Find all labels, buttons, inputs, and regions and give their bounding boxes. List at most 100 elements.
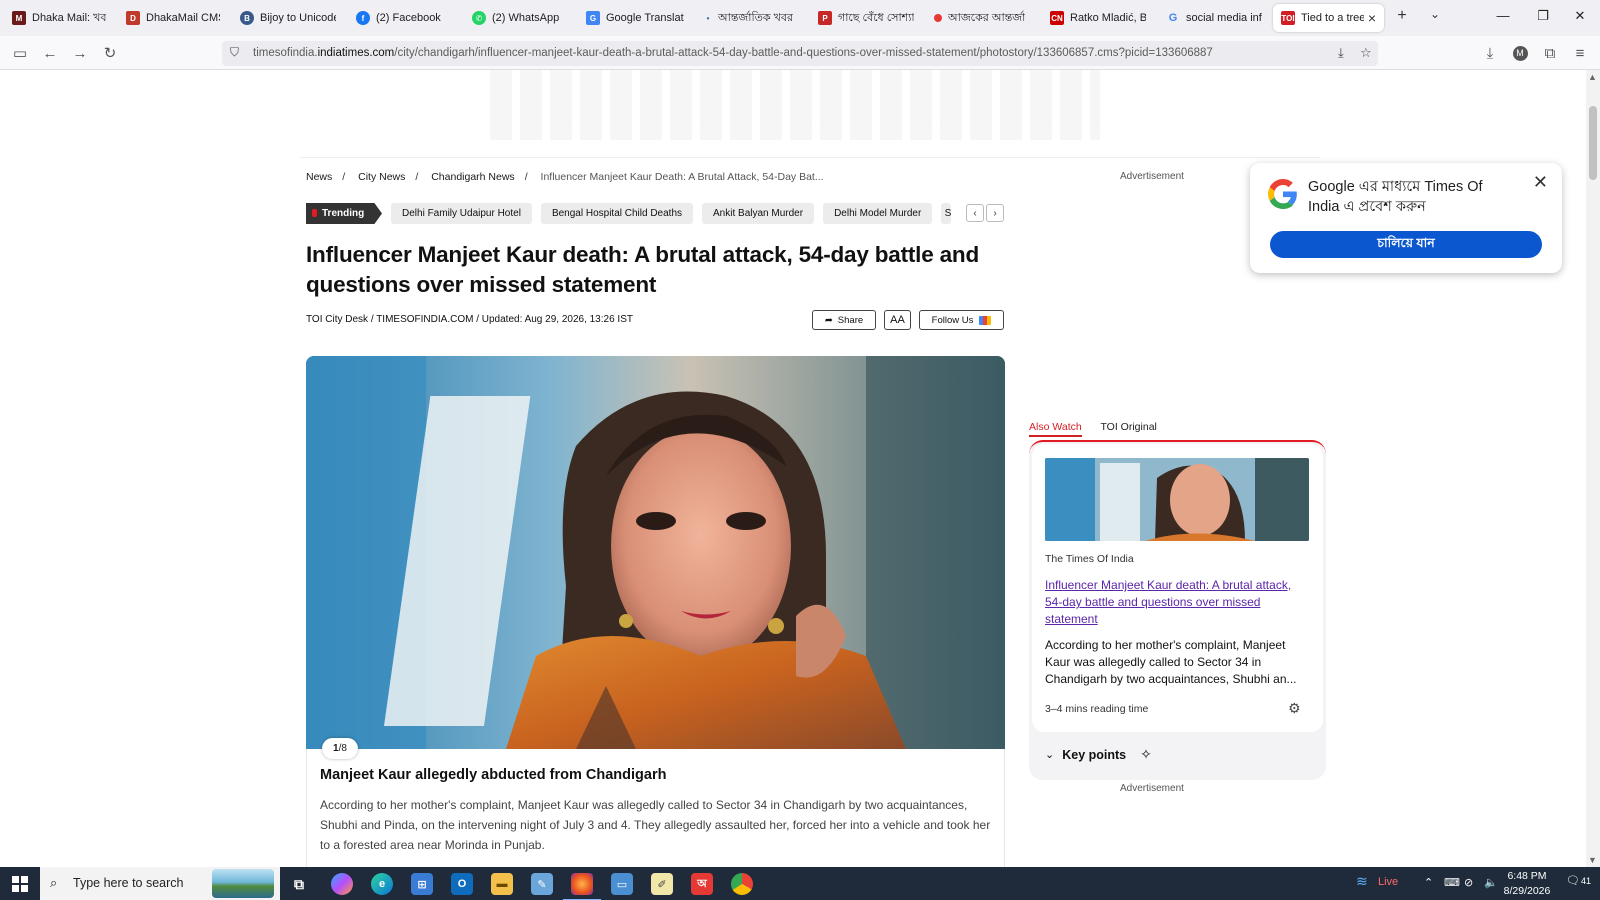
sticky-notes-icon[interactable]: ✐ <box>651 873 673 895</box>
file-explorer-icon[interactable]: ▬ <box>491 873 513 895</box>
taskbar-search[interactable]: ⌕ Type here to search <box>40 867 280 900</box>
firefox-icon[interactable] <box>563 873 601 900</box>
clock-date: 8/29/2026 <box>1503 885 1551 897</box>
article-hero-image[interactable] <box>306 356 1005 749</box>
tab-todays-international[interactable]: আজকের আন্তর্জা <box>926 4 1038 32</box>
tab-google-translate[interactable]: G Google Translate <box>578 4 692 32</box>
tab-whatsapp[interactable]: ✆ (2) WhatsApp <box>464 4 576 32</box>
trending-next-arrow-icon[interactable]: › <box>986 204 1004 222</box>
trending-chip[interactable]: Bengal Hospital Child Deaths <box>540 203 694 224</box>
tab-facebook[interactable]: f (2) Facebook <box>348 4 460 32</box>
bookmark-star-icon[interactable]: ☆ <box>1360 45 1372 61</box>
tab-tied-to-tree-active[interactable]: TOI Tied to a tree a × <box>1273 4 1384 32</box>
trending-chip[interactable]: Delhi Model Murder <box>823 203 933 224</box>
breadcrumb-news[interactable]: News <box>306 171 332 183</box>
key-points-toggle[interactable]: ⌄ Key points ✧ <box>1045 746 1152 763</box>
tab-list-chevron-icon[interactable]: ⌄ <box>1424 7 1446 21</box>
summary-thumbnail[interactable] <box>1045 458 1309 541</box>
downloads-icon[interactable]: ⤓ <box>1480 43 1500 63</box>
page-scrollbar[interactable]: ▲ ▼ <box>1586 70 1600 867</box>
thumbnail-illustration <box>1045 458 1309 541</box>
copilot-icon[interactable] <box>331 873 353 895</box>
chrome-icon[interactable] <box>731 873 753 895</box>
tab-toi-original[interactable]: TOI Original <box>1100 421 1156 433</box>
site-security-icon[interactable]: ⛉ <box>230 45 239 60</box>
share-button[interactable]: ➦ Share <box>812 310 876 330</box>
trending-chip[interactable]: Ankit Balyan Murder <box>702 203 815 224</box>
menu-icon[interactable]: ≡ <box>1570 43 1590 63</box>
follow-us-label: Follow Us <box>931 314 974 326</box>
wifi-off-icon[interactable]: ⊘ <box>1464 876 1473 889</box>
tray-chevron-up-icon[interactable]: ⌃ <box>1424 876 1433 889</box>
app-window-icon[interactable]: ▭ <box>611 873 633 895</box>
scroll-down-arrow-icon[interactable]: ▼ <box>1588 855 1597 865</box>
taskbar-clock[interactable]: 6:48 PM 8/29/2026 <box>1496 869 1558 899</box>
share-arrow-icon: ➦ <box>824 314 833 326</box>
notification-center-icon[interactable]: 🗨41 <box>1566 874 1591 887</box>
tab-international-news[interactable]: • আন্তর্জাতিক খবর <box>696 4 802 32</box>
google-translate-favicon-icon: G <box>586 11 600 25</box>
trending-badge: Trending <box>306 203 382 224</box>
tab-bijoy-unicode[interactable]: B Bijoy to Unicode c <box>232 4 344 32</box>
news-favicon-icon: P <box>818 11 832 25</box>
url-text[interactable]: timesofindia.indiatimes.com/city/chandig… <box>253 47 1213 59</box>
extensions-icon[interactable]: ⧉ <box>1540 43 1560 63</box>
follow-us-button[interactable]: Follow Us <box>919 310 1004 330</box>
gear-icon[interactable]: ⚙ <box>1288 700 1301 717</box>
trending-chip[interactable]: S <box>941 203 952 224</box>
dot-favicon-icon: • <box>706 13 710 23</box>
tab-dhakamail-cms[interactable]: D DhakaMail CMS <box>118 4 228 32</box>
tab-label: গাছে বেঁধে সোশ্যাল <box>838 11 914 24</box>
tab-label: Tied to a tree a <box>1301 12 1364 24</box>
scroll-thumb[interactable] <box>1589 106 1597 180</box>
summary-title-link[interactable]: Influencer Manjeet Kaur death: A brutal … <box>1045 577 1295 628</box>
rail-tabs: Also Watch TOI Original <box>1029 421 1157 437</box>
font-size-button[interactable]: AA <box>884 310 911 330</box>
account-avatar-icon[interactable]: M <box>1510 43 1530 63</box>
reload-icon[interactable]: ↻ <box>100 43 120 63</box>
network-icon[interactable]: ⌨ <box>1444 876 1460 889</box>
divider <box>300 157 1320 158</box>
edge-browser-icon[interactable]: e <box>371 873 393 895</box>
live-label[interactable]: Live <box>1378 876 1398 888</box>
address-bar[interactable]: ⛉ timesofindia.indiatimes.com/city/chand… <box>222 41 1378 66</box>
live-weather-icon[interactable]: ≋ <box>1356 873 1368 890</box>
feather-app-icon[interactable]: ✎ <box>531 873 553 895</box>
forward-arrow-icon[interactable]: → <box>70 43 90 63</box>
web-page: News / City News / Chandigarh News / Influe… <box>0 70 1586 867</box>
notification-count: 41 <box>1580 876 1591 886</box>
tab-ratko-mladic[interactable]: CN Ratko Mladić, Bos <box>1042 4 1154 32</box>
sidebar-toggle-icon[interactable]: ▭ <box>10 43 30 63</box>
slide-title: Manjeet Kaur allegedly abducted from Cha… <box>320 767 667 783</box>
restore-button[interactable]: ❐ <box>1528 8 1558 24</box>
windows-logo-icon <box>12 875 28 892</box>
scroll-up-arrow-icon[interactable]: ▲ <box>1588 72 1597 82</box>
close-window-button[interactable]: ✕ <box>1565 8 1595 24</box>
close-icon[interactable]: ✕ <box>1533 172 1548 193</box>
task-view-icon[interactable]: ⧉ <box>288 873 310 895</box>
close-tab-icon[interactable]: × <box>1364 10 1376 26</box>
bijoy-favicon-icon: B <box>240 11 254 25</box>
breadcrumb-city-news[interactable]: City News <box>358 171 405 183</box>
minimize-button[interactable]: — <box>1488 8 1518 23</box>
trending-chip[interactable]: Delhi Family Udaipur Hotel <box>391 203 532 224</box>
whatsapp-favicon-icon: ✆ <box>472 11 486 25</box>
tab-label: Ratko Mladić, Bos <box>1070 12 1146 24</box>
google-continue-button[interactable]: চালিয়ে যান <box>1270 231 1542 258</box>
tab-also-watch[interactable]: Also Watch <box>1029 421 1082 437</box>
tab-tied-tree-bn[interactable]: P গাছে বেঁধে সোশ্যাল <box>810 4 922 32</box>
tab-social-media-search[interactable]: G social media influ <box>1158 4 1270 32</box>
trending-prev-arrow-icon[interactable]: ‹ <box>966 204 984 222</box>
new-tab-button[interactable]: + <box>1391 7 1413 25</box>
page-download-icon[interactable]: ⤓ <box>1338 45 1344 61</box>
dhakamail-favicon-icon: M <box>12 11 26 25</box>
tab-dhaka-mail[interactable]: M Dhaka Mail: খবর, <box>4 4 114 32</box>
google-logo-icon <box>1268 179 1297 209</box>
summary-text: According to her mother's complaint, Man… <box>1045 638 1297 686</box>
breadcrumb-chandigarh-news[interactable]: Chandigarh News <box>431 171 514 183</box>
outlook-icon[interactable]: O <box>451 873 473 895</box>
back-arrow-icon[interactable]: ← <box>40 43 60 63</box>
microsoft-store-icon[interactable]: ⊞ <box>411 873 433 895</box>
start-button[interactable] <box>0 867 40 900</box>
bangla-keyboard-icon[interactable]: অ <box>691 873 713 895</box>
